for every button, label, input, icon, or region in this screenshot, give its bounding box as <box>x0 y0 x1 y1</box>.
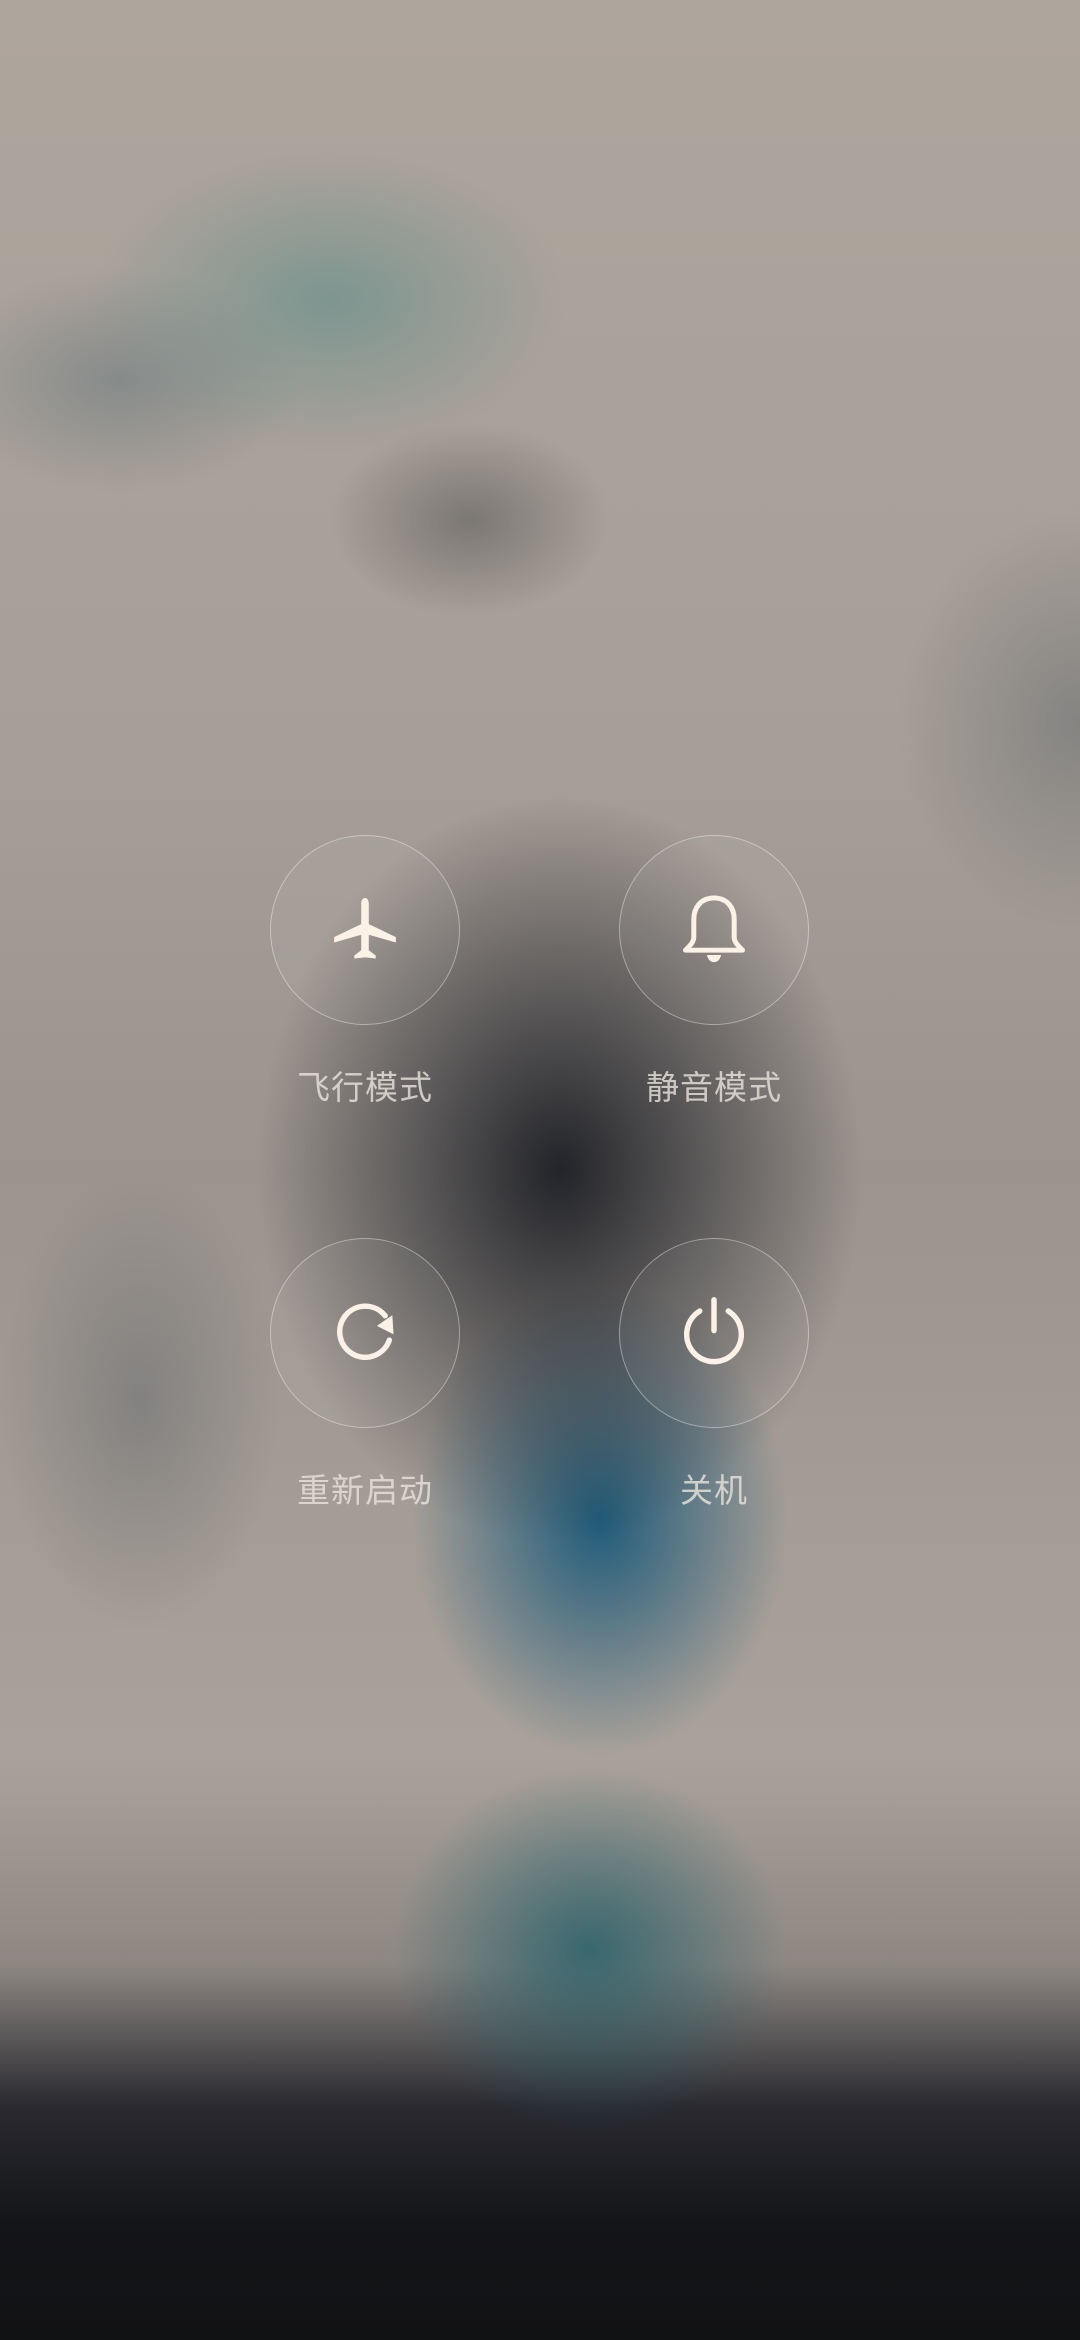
reboot-label: 重新启动 <box>297 1471 433 1510</box>
power-off-button[interactable] <box>619 1238 809 1428</box>
airplane-mode-label: 飞行模式 <box>297 1068 433 1107</box>
airplane-mode-button[interactable] <box>270 835 460 1025</box>
reboot-option[interactable]: 重新启动 <box>265 1238 465 1512</box>
reboot-button[interactable] <box>270 1238 460 1428</box>
bell-icon <box>683 895 745 963</box>
restart-icon <box>336 1303 394 1360</box>
power-menu: 飞行模式 静音模式 重新启动 关机 <box>0 0 1080 2340</box>
silent-mode-button[interactable] <box>619 835 809 1025</box>
silent-mode-option[interactable]: 静音模式 <box>614 835 814 1109</box>
power-off-option[interactable]: 关机 <box>614 1238 814 1512</box>
silent-mode-label: 静音模式 <box>646 1068 782 1107</box>
airplane-icon <box>334 897 396 959</box>
power-off-label: 关机 <box>680 1471 748 1510</box>
power-icon <box>684 1297 744 1365</box>
airplane-mode-option[interactable]: 飞行模式 <box>265 835 465 1109</box>
